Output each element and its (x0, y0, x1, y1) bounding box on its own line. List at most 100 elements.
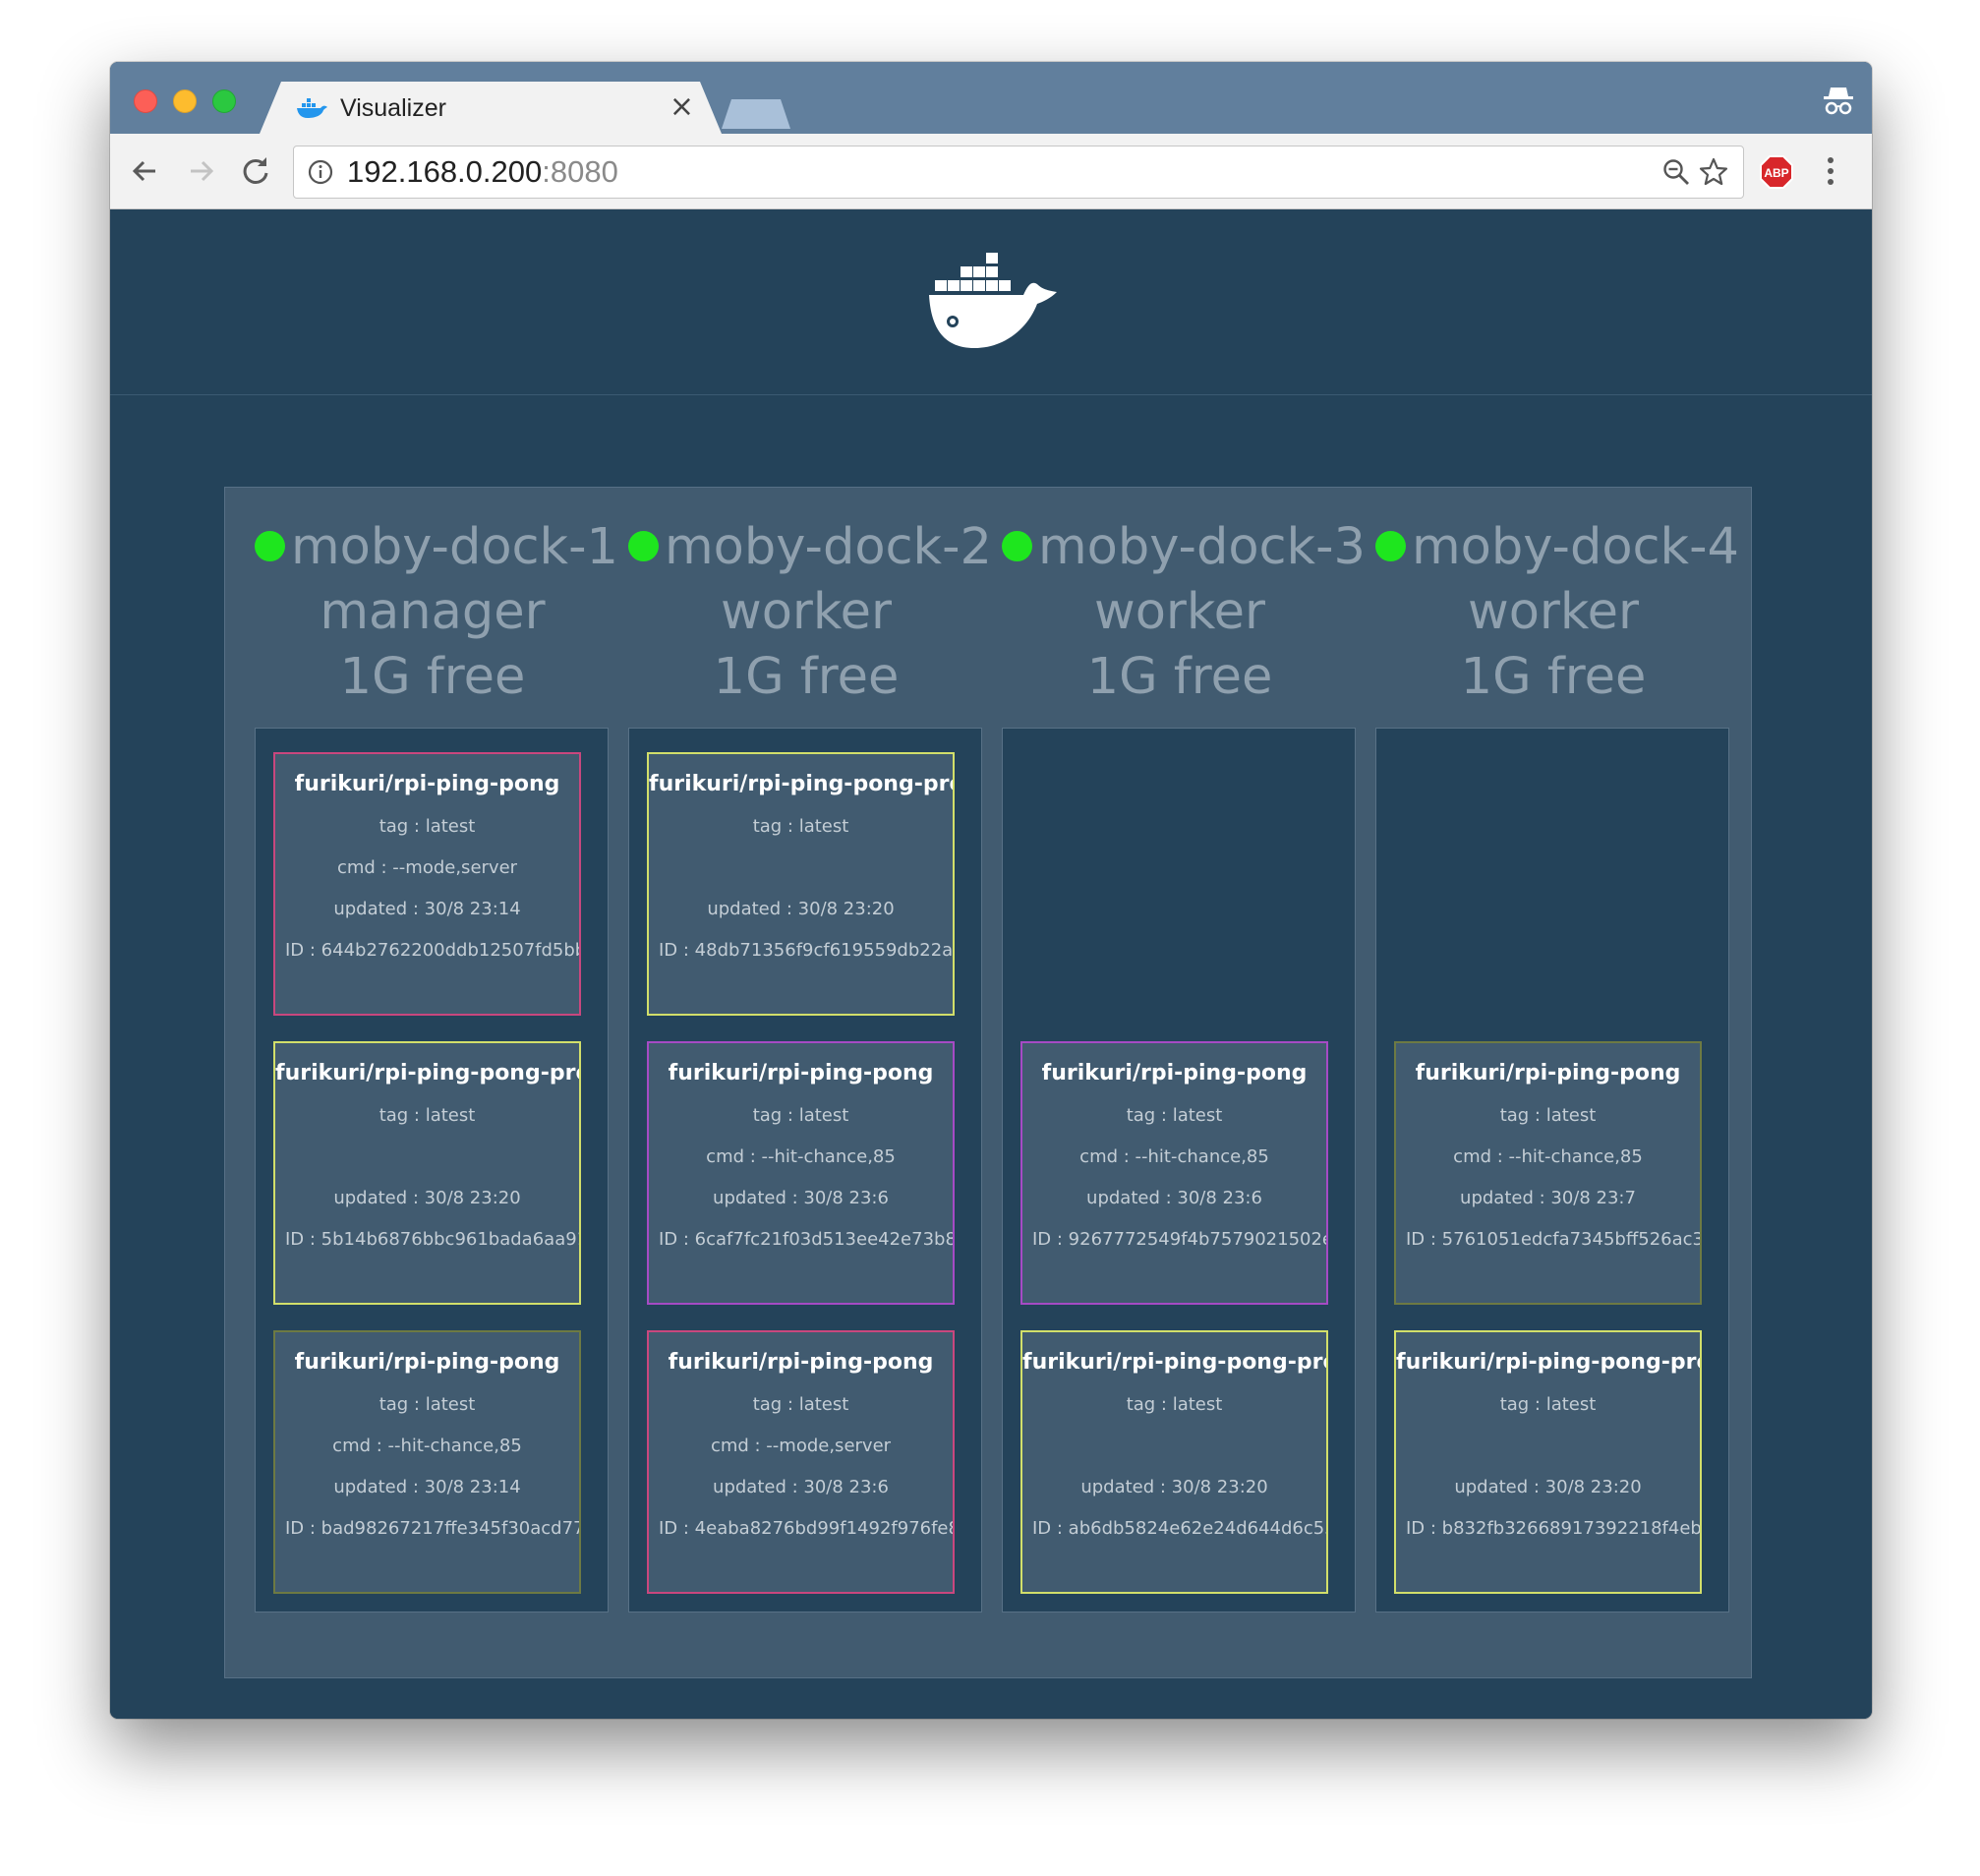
node-name: moby-dock-2 (665, 518, 992, 576)
task-updated: updated : 30/8 23:6 (713, 1477, 889, 1497)
task-updated: updated : 30/8 23:14 (333, 1477, 521, 1497)
task-card[interactable]: furikuri/rpi-ping-pong-proxy tag : latest… (647, 752, 955, 1016)
task-id: ID : bad98267217ffe345f30acd77fdf (285, 1518, 581, 1539)
menu-dots-icon[interactable] (1823, 151, 1838, 191)
task-id: ID : 6caf7fc21f03d513ee42e73b8b00 (659, 1229, 953, 1250)
task-updated: updated : 30/8 23:20 (333, 1188, 521, 1208)
incognito-icon (1824, 88, 1853, 115)
task-card[interactable]: furikuri/rpi-ping-pong tag : latest cmd : … (647, 1041, 955, 1305)
task-id: ID : 644b2762200ddb12507fd5bbf7a (285, 940, 579, 961)
task-updated: updated : 30/8 23:20 (1454, 1477, 1642, 1497)
task-id: ID : b832fb32668917392218f4ebf7b (1406, 1518, 1702, 1539)
reload-icon[interactable] (236, 151, 275, 191)
task-name: furikuri/rpi-ping-pong (1415, 1061, 1681, 1085)
node-status-dot (628, 530, 659, 561)
task-id: ID : 4eaba8276bd99f1492f976fe815 (659, 1518, 955, 1539)
task-id: ID : 48db71356f9cf619559db22a3fb7 (659, 940, 954, 961)
task-cmd: cmd : --hit-chance,85 (1079, 1146, 1269, 1167)
task-id: ID : 5761051edcfa7345bff526ac3a86 (1406, 1229, 1700, 1250)
task-name: furikuri/rpi-ping-pong (294, 1350, 560, 1375)
close-window-button[interactable] (134, 89, 157, 113)
star-icon[interactable] (1698, 156, 1729, 188)
node-name: moby-dock-3 (1038, 518, 1366, 576)
info-icon[interactable] (308, 159, 333, 185)
cluster-panel: moby-dock-1 manager 1G free furikuri/rpi-pi… (224, 487, 1752, 1678)
node-task-list: furikuri/rpi-ping-pong tag : latest cmd : … (255, 728, 609, 1612)
url-port: :8080 (542, 154, 618, 189)
task-cmd: cmd : --mode,server (336, 857, 518, 878)
node-role: worker (721, 583, 892, 641)
node-status-dot (255, 530, 285, 561)
task-name: furikuri/rpi-ping-pong-proxy (1022, 1350, 1326, 1375)
task-cmd: cmd : --hit-chance,85 (706, 1146, 896, 1167)
task-tag: tag : latest (379, 816, 476, 837)
task-id: ID : 9267772549f4b7579021502ee42 (1032, 1229, 1326, 1250)
task-card[interactable]: furikuri/rpi-ping-pong tag : latest cmd : … (647, 1330, 955, 1594)
node-memory: 1G free (1086, 648, 1273, 706)
tab-strip: Visualizer × (110, 62, 1872, 134)
address-bar[interactable]: 192.168.0.200:8080 (293, 146, 1744, 199)
task-id: ID : 5b14b6876bbc961bada6aa91e6 (285, 1229, 581, 1250)
docker-whale-logo (929, 253, 1057, 348)
node-name-line: moby-dock-2 (628, 515, 992, 580)
task-tag: tag : latest (1499, 1394, 1597, 1415)
node-column: moby-dock-3 worker 1G free furikuri/rpi-pin… (1002, 488, 1366, 1618)
node-name: moby-dock-1 (291, 518, 618, 576)
task-card[interactable]: furikuri/rpi-ping-pong tag : latest cmd : … (1020, 1041, 1328, 1305)
task-cmd: cmd : --mode,server (710, 1436, 892, 1456)
node-column: moby-dock-2 worker 1G free furikuri/rpi-pin… (628, 488, 992, 1618)
node-status-dot (1375, 530, 1406, 561)
new-tab-button[interactable] (722, 99, 790, 129)
page-header (110, 209, 1872, 395)
task-tag: tag : latest (379, 1394, 476, 1415)
task-updated: updated : 30/8 23:20 (1080, 1477, 1268, 1497)
back-arrow-icon[interactable] (126, 151, 165, 191)
task-cmd: cmd : --hit-chance,85 (1453, 1146, 1643, 1167)
tab-visualizer[interactable]: Visualizer × (260, 82, 722, 134)
node-task-list: furikuri/rpi-ping-pong tag : latest cmd : … (1002, 728, 1356, 1612)
visualizer-page: moby-dock-1 manager 1G free furikuri/rpi-pi… (110, 209, 1872, 1719)
tab-title: Visualizer (340, 94, 446, 122)
adblock-plus-icon[interactable]: ABP (1760, 155, 1793, 189)
task-cmd: cmd : --hit-chance,85 (332, 1436, 522, 1456)
zoom-out-icon[interactable] (1662, 158, 1690, 186)
url-text[interactable]: 192.168.0.200:8080 (347, 152, 618, 192)
task-tag: tag : latest (1499, 1105, 1597, 1126)
zoom-window-button[interactable] (212, 89, 236, 113)
node-name-line: moby-dock-1 (255, 515, 618, 580)
task-name: furikuri/rpi-ping-pong (668, 1061, 934, 1085)
task-updated: updated : 30/8 23:6 (1086, 1188, 1262, 1208)
task-id: ID : ab6db5824e62e24d644d6c5347 (1032, 1518, 1328, 1539)
task-tag: tag : latest (752, 816, 849, 837)
tab-close-icon[interactable]: × (670, 90, 694, 124)
node-column: moby-dock-1 manager 1G free furikuri/rpi-pi… (255, 488, 618, 1618)
node-status-dot (1002, 530, 1032, 561)
forward-arrow-icon[interactable] (181, 151, 220, 191)
docker-favicon-icon (295, 97, 328, 119)
minimize-window-button[interactable] (173, 89, 197, 113)
node-header: moby-dock-2 worker 1G free (628, 515, 992, 710)
node-header: moby-dock-4 worker 1G free (1375, 515, 1739, 710)
task-tag: tag : latest (1126, 1394, 1223, 1415)
node-memory: 1G free (1460, 648, 1647, 706)
task-card[interactable]: furikuri/rpi-ping-pong tag : latest cmd : … (273, 752, 581, 1016)
task-card[interactable]: furikuri/rpi-ping-pong tag : latest cmd : … (1394, 1041, 1702, 1305)
task-name: furikuri/rpi-ping-pong-proxy (649, 772, 953, 796)
task-card[interactable]: furikuri/rpi-ping-pong tag : latest cmd : … (273, 1330, 581, 1594)
node-task-list: furikuri/rpi-ping-pong tag : latest cmd : … (1375, 728, 1729, 1612)
task-name: furikuri/rpi-ping-pong-proxy (275, 1061, 579, 1085)
node-role: worker (1468, 583, 1639, 641)
svg-text:ABP: ABP (1764, 166, 1788, 180)
task-name: furikuri/rpi-ping-pong (1041, 1061, 1308, 1085)
node-memory: 1G free (713, 648, 900, 706)
node-role: manager (320, 583, 546, 641)
task-card[interactable]: furikuri/rpi-ping-pong-proxy tag : latest… (273, 1041, 581, 1305)
node-name: moby-dock-4 (1412, 518, 1739, 576)
browser-window: Visualizer × 192.168.0.200:8080 ABP moby… (110, 62, 1872, 1719)
node-role: worker (1094, 583, 1265, 641)
task-tag: tag : latest (752, 1394, 849, 1415)
task-tag: tag : latest (379, 1105, 476, 1126)
task-card[interactable]: furikuri/rpi-ping-pong-proxy tag : latest… (1020, 1330, 1328, 1594)
task-card[interactable]: furikuri/rpi-ping-pong-proxy tag : latest… (1394, 1330, 1702, 1594)
task-tag: tag : latest (1126, 1105, 1223, 1126)
